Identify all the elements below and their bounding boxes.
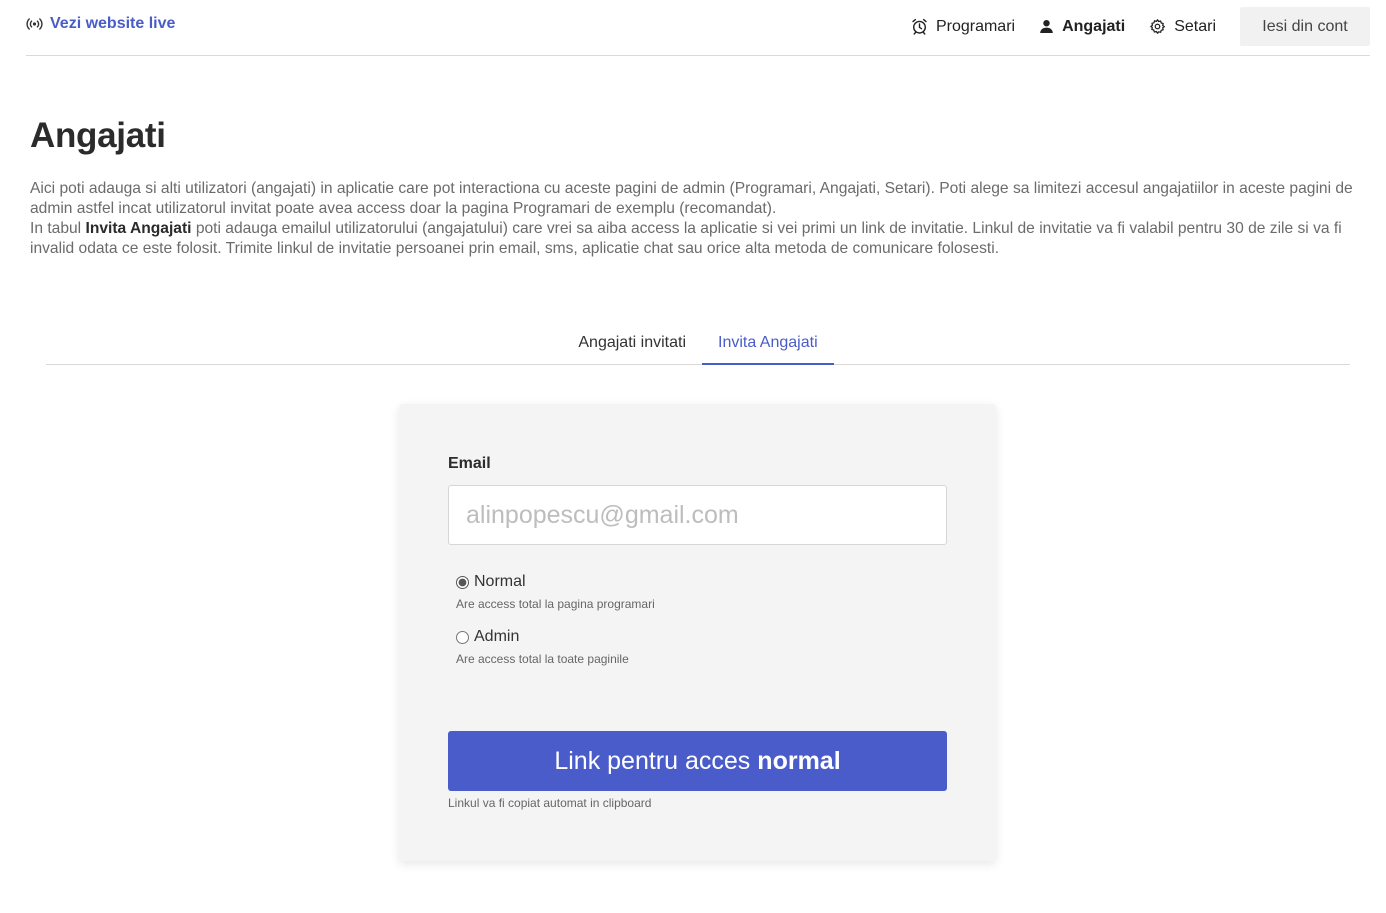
live-website-link[interactable]: Vezi website live: [26, 15, 175, 33]
nav-item-angajati[interactable]: Angajati: [1039, 18, 1125, 36]
radio-normal-label: Normal: [474, 573, 526, 590]
nav-menu: Programari Angajati Setari Iesi din cont: [911, 7, 1370, 46]
generate-link-button[interactable]: Link pentru acces normal: [448, 731, 947, 791]
email-field[interactable]: [448, 485, 947, 545]
nav-item-label: Setari: [1174, 17, 1216, 35]
radio-admin-input[interactable]: [456, 630, 469, 644]
generate-link-label: Link pentru acces: [554, 746, 751, 775]
page-description: Aici poti adauga si alti utilizatori (an…: [30, 179, 1366, 259]
description-paragraph: Aici poti adauga si alti utilizatori (an…: [30, 180, 1353, 217]
radio-normal[interactable]: Normal: [456, 573, 526, 591]
page-title: Angajati: [30, 116, 166, 155]
nav-item-label: Angajati: [1062, 17, 1126, 35]
nav-item-programari[interactable]: Programari: [911, 18, 1015, 36]
tab-bar: Angajati invitati Invita Angajati: [46, 324, 1350, 365]
top-navbar: Vezi website live Programari Angajati Se…: [26, 0, 1370, 56]
nav-item-setari[interactable]: Setari: [1149, 18, 1216, 36]
tab-angajati-invitati[interactable]: Angajati invitati: [562, 324, 702, 365]
gear-icon: [1149, 18, 1166, 35]
description-text: poti adauga emailul utilizatorului (anga…: [30, 220, 1342, 257]
user-icon: [1039, 19, 1054, 34]
alarm-clock-icon: [911, 18, 928, 35]
radio-admin[interactable]: Admin: [456, 628, 519, 646]
radio-admin-help: Are access total la toate paginile: [456, 652, 629, 666]
description-text: In tabul: [30, 220, 86, 237]
logout-button[interactable]: Iesi din cont: [1240, 7, 1370, 46]
description-paragraph: In tabul Invita Angajati poti adauga ema…: [30, 219, 1366, 259]
broadcast-icon: [26, 18, 43, 30]
clipboard-note: Linkul va fi copiat automat in clipboard: [448, 796, 652, 810]
tab-invita-angajati[interactable]: Invita Angajati: [702, 324, 834, 365]
generate-link-mode: normal: [757, 746, 841, 775]
live-website-label: Vezi website live: [50, 15, 176, 32]
email-label: Email: [448, 455, 491, 472]
invite-form-card: Email Normal Are access total la pagina …: [399, 404, 996, 861]
nav-item-label: Programari: [935, 17, 1016, 35]
description-highlight: Invita Angajati: [85, 220, 192, 237]
radio-normal-help: Are access total la pagina programari: [456, 597, 655, 611]
radio-admin-label: Admin: [474, 628, 520, 645]
radio-normal-input[interactable]: [456, 575, 469, 589]
